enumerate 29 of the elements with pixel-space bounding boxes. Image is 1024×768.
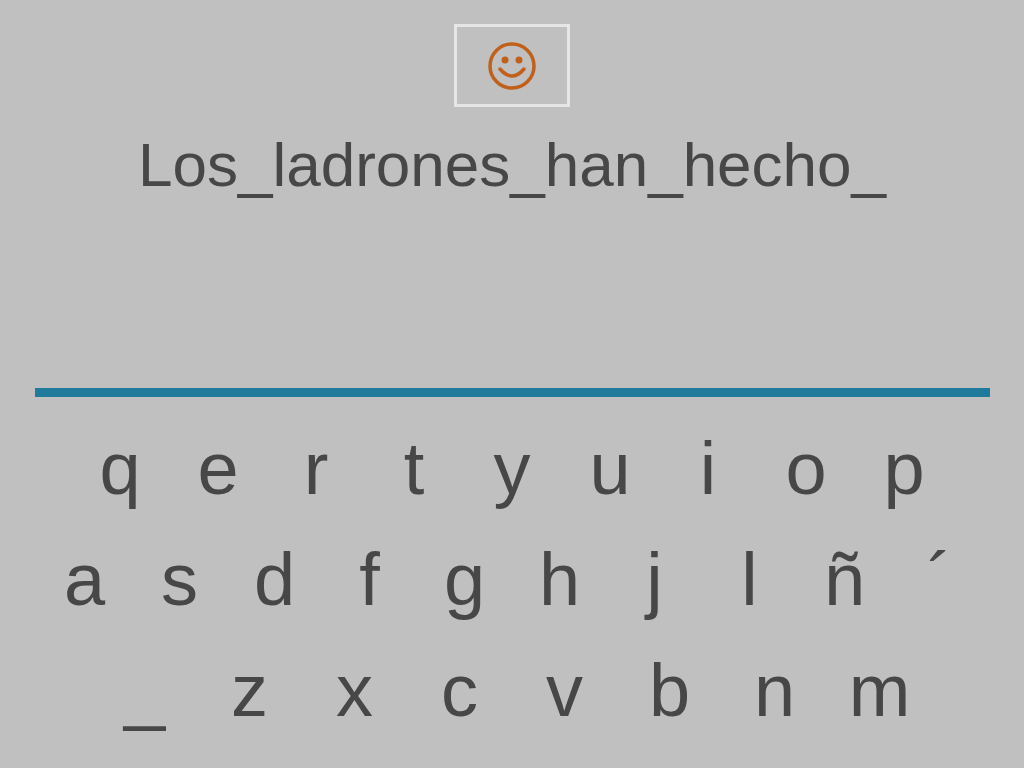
smiley-icon bbox=[487, 40, 537, 91]
letter-key[interactable]: ñ bbox=[797, 530, 892, 630]
letter-key[interactable]: a bbox=[37, 530, 132, 630]
letter-key[interactable]: c bbox=[407, 641, 512, 741]
letter-key[interactable]: b bbox=[617, 641, 722, 741]
letter-key[interactable]: n bbox=[722, 641, 827, 741]
letter-key[interactable]: p bbox=[855, 419, 953, 519]
letter-key[interactable]: l bbox=[702, 530, 797, 630]
letter-key[interactable]: j bbox=[607, 530, 702, 630]
letter-key[interactable]: q bbox=[71, 419, 169, 519]
sentence-text: Los_ladrones_han_hecho_ bbox=[137, 129, 887, 201]
letter-key[interactable]: m bbox=[827, 641, 932, 741]
letter-key[interactable]: y bbox=[463, 419, 561, 519]
letter-key[interactable]: h bbox=[512, 530, 607, 630]
letter-key[interactable]: v bbox=[512, 641, 617, 741]
letter-key[interactable]: i bbox=[659, 419, 757, 519]
letter-key[interactable]: ´ bbox=[892, 530, 987, 630]
letter-key[interactable]: e bbox=[169, 419, 267, 519]
letter-key[interactable]: r bbox=[267, 419, 365, 519]
letter-key[interactable]: o bbox=[757, 419, 855, 519]
letter-key[interactable]: f bbox=[322, 530, 417, 630]
letter-key[interactable]: s bbox=[132, 530, 227, 630]
letter-key[interactable]: t bbox=[365, 419, 463, 519]
letter-key[interactable]: g bbox=[417, 530, 512, 630]
letter-key[interactable]: _ bbox=[92, 641, 197, 741]
letter-key[interactable]: u bbox=[561, 419, 659, 519]
letter-key[interactable]: x bbox=[302, 641, 407, 741]
letter-key[interactable]: d bbox=[227, 530, 322, 630]
letter-key[interactable]: z bbox=[197, 641, 302, 741]
